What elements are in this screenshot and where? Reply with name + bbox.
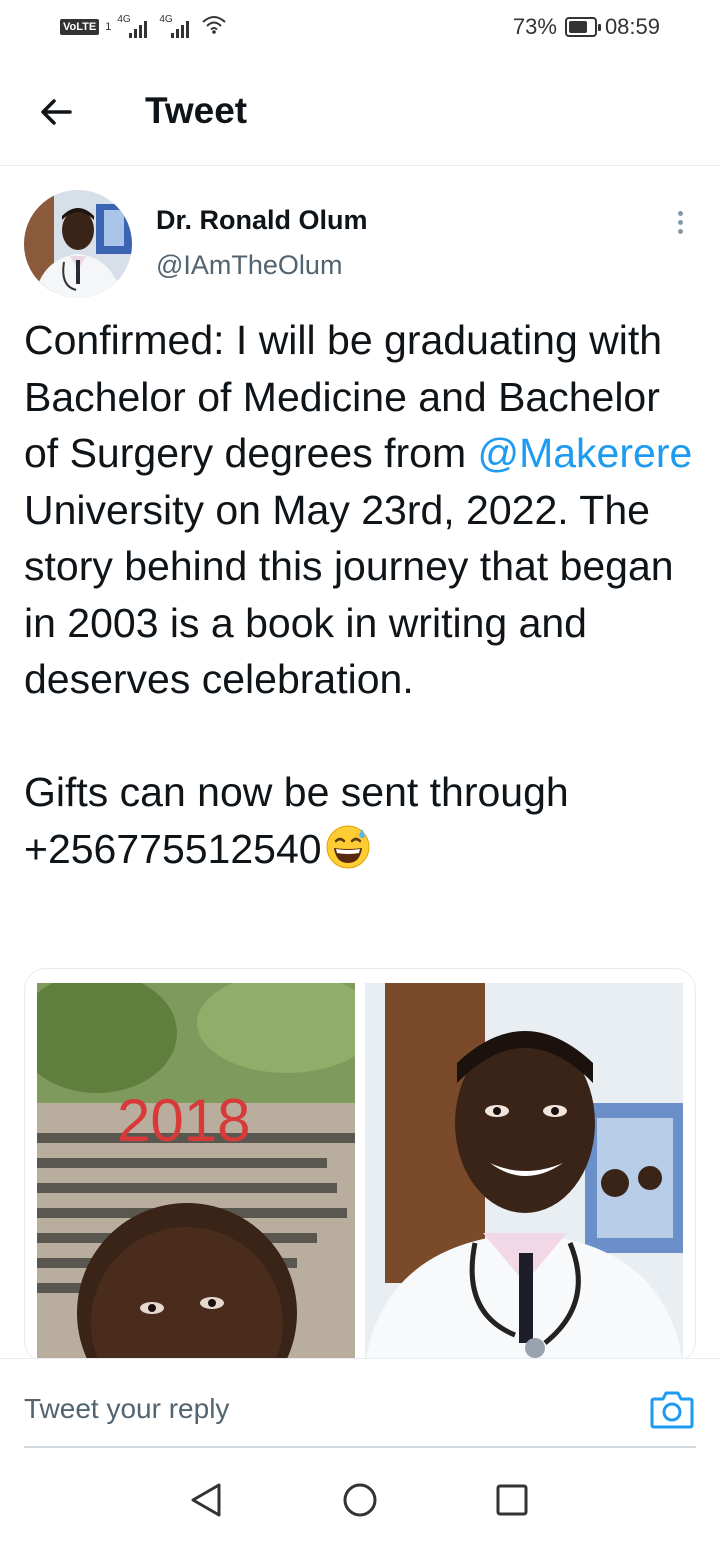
square-recents-icon	[496, 1484, 528, 1516]
clock: 08:59	[604, 14, 660, 39]
status-bar: VoLTE 1 4G 4G 73% 08:59	[0, 0, 720, 56]
tweet-media[interactable]: 2018	[24, 968, 696, 1363]
photo-caption-2018: 2018	[117, 1087, 250, 1154]
photo-2018[interactable]: 2018	[37, 983, 355, 1362]
nav-home-button[interactable]	[340, 1480, 380, 1520]
reply-bar: Tweet your reply	[0, 1358, 720, 1448]
triangle-back-icon	[191, 1483, 221, 1517]
grinning-face-with-sweat-icon	[324, 823, 372, 871]
photo-doctor[interactable]	[365, 983, 683, 1362]
wifi-icon	[201, 14, 227, 39]
more-vertical-icon	[677, 210, 683, 234]
page-title: Tweet	[145, 90, 248, 131]
nav-back-button[interactable]	[186, 1480, 226, 1520]
tweet-text-part: Gifts can now be sent through +256775512…	[24, 769, 569, 872]
camera-button[interactable]	[650, 1389, 694, 1429]
tweet-paragraph: Gifts can now be sent through +256775512…	[24, 764, 704, 877]
avatar[interactable]	[24, 190, 132, 298]
top-app-bar: Tweet	[0, 56, 720, 166]
author-name[interactable]: Dr. Ronald Olum	[156, 205, 368, 236]
battery-icon	[564, 17, 601, 37]
tweet-paragraph: Confirmed: I will be graduating with Bac…	[24, 312, 704, 708]
battery-percent: 73%	[512, 14, 557, 39]
sim-label: 1	[105, 20, 112, 33]
camera-icon	[650, 1391, 694, 1429]
mention-link[interactable]: @Makerere	[477, 430, 692, 476]
system-navigation-bar	[0, 1460, 720, 1541]
back-button[interactable]	[30, 86, 82, 138]
status-left: VoLTE 1 4G 4G	[60, 14, 227, 39]
volte-badge: VoLTE	[60, 18, 100, 35]
author-handle[interactable]: @IAmTheOlum	[156, 250, 342, 281]
nav-recents-button[interactable]	[492, 1480, 532, 1520]
signal-icon: 4G	[159, 14, 195, 38]
signal-icon: 4G	[117, 14, 153, 38]
arrow-left-icon	[41, 99, 72, 125]
tweet-text: Confirmed: I will be graduating with Bac…	[24, 312, 704, 877]
more-options-button[interactable]	[664, 206, 696, 238]
tweet-text-part: University on May 23rd, 2022. The story …	[24, 486, 674, 703]
status-right: 73% 08:59	[513, 14, 660, 40]
reply-input[interactable]: Tweet your reply	[24, 1393, 229, 1425]
circle-home-icon	[343, 1483, 377, 1517]
reply-divider	[24, 1446, 696, 1448]
